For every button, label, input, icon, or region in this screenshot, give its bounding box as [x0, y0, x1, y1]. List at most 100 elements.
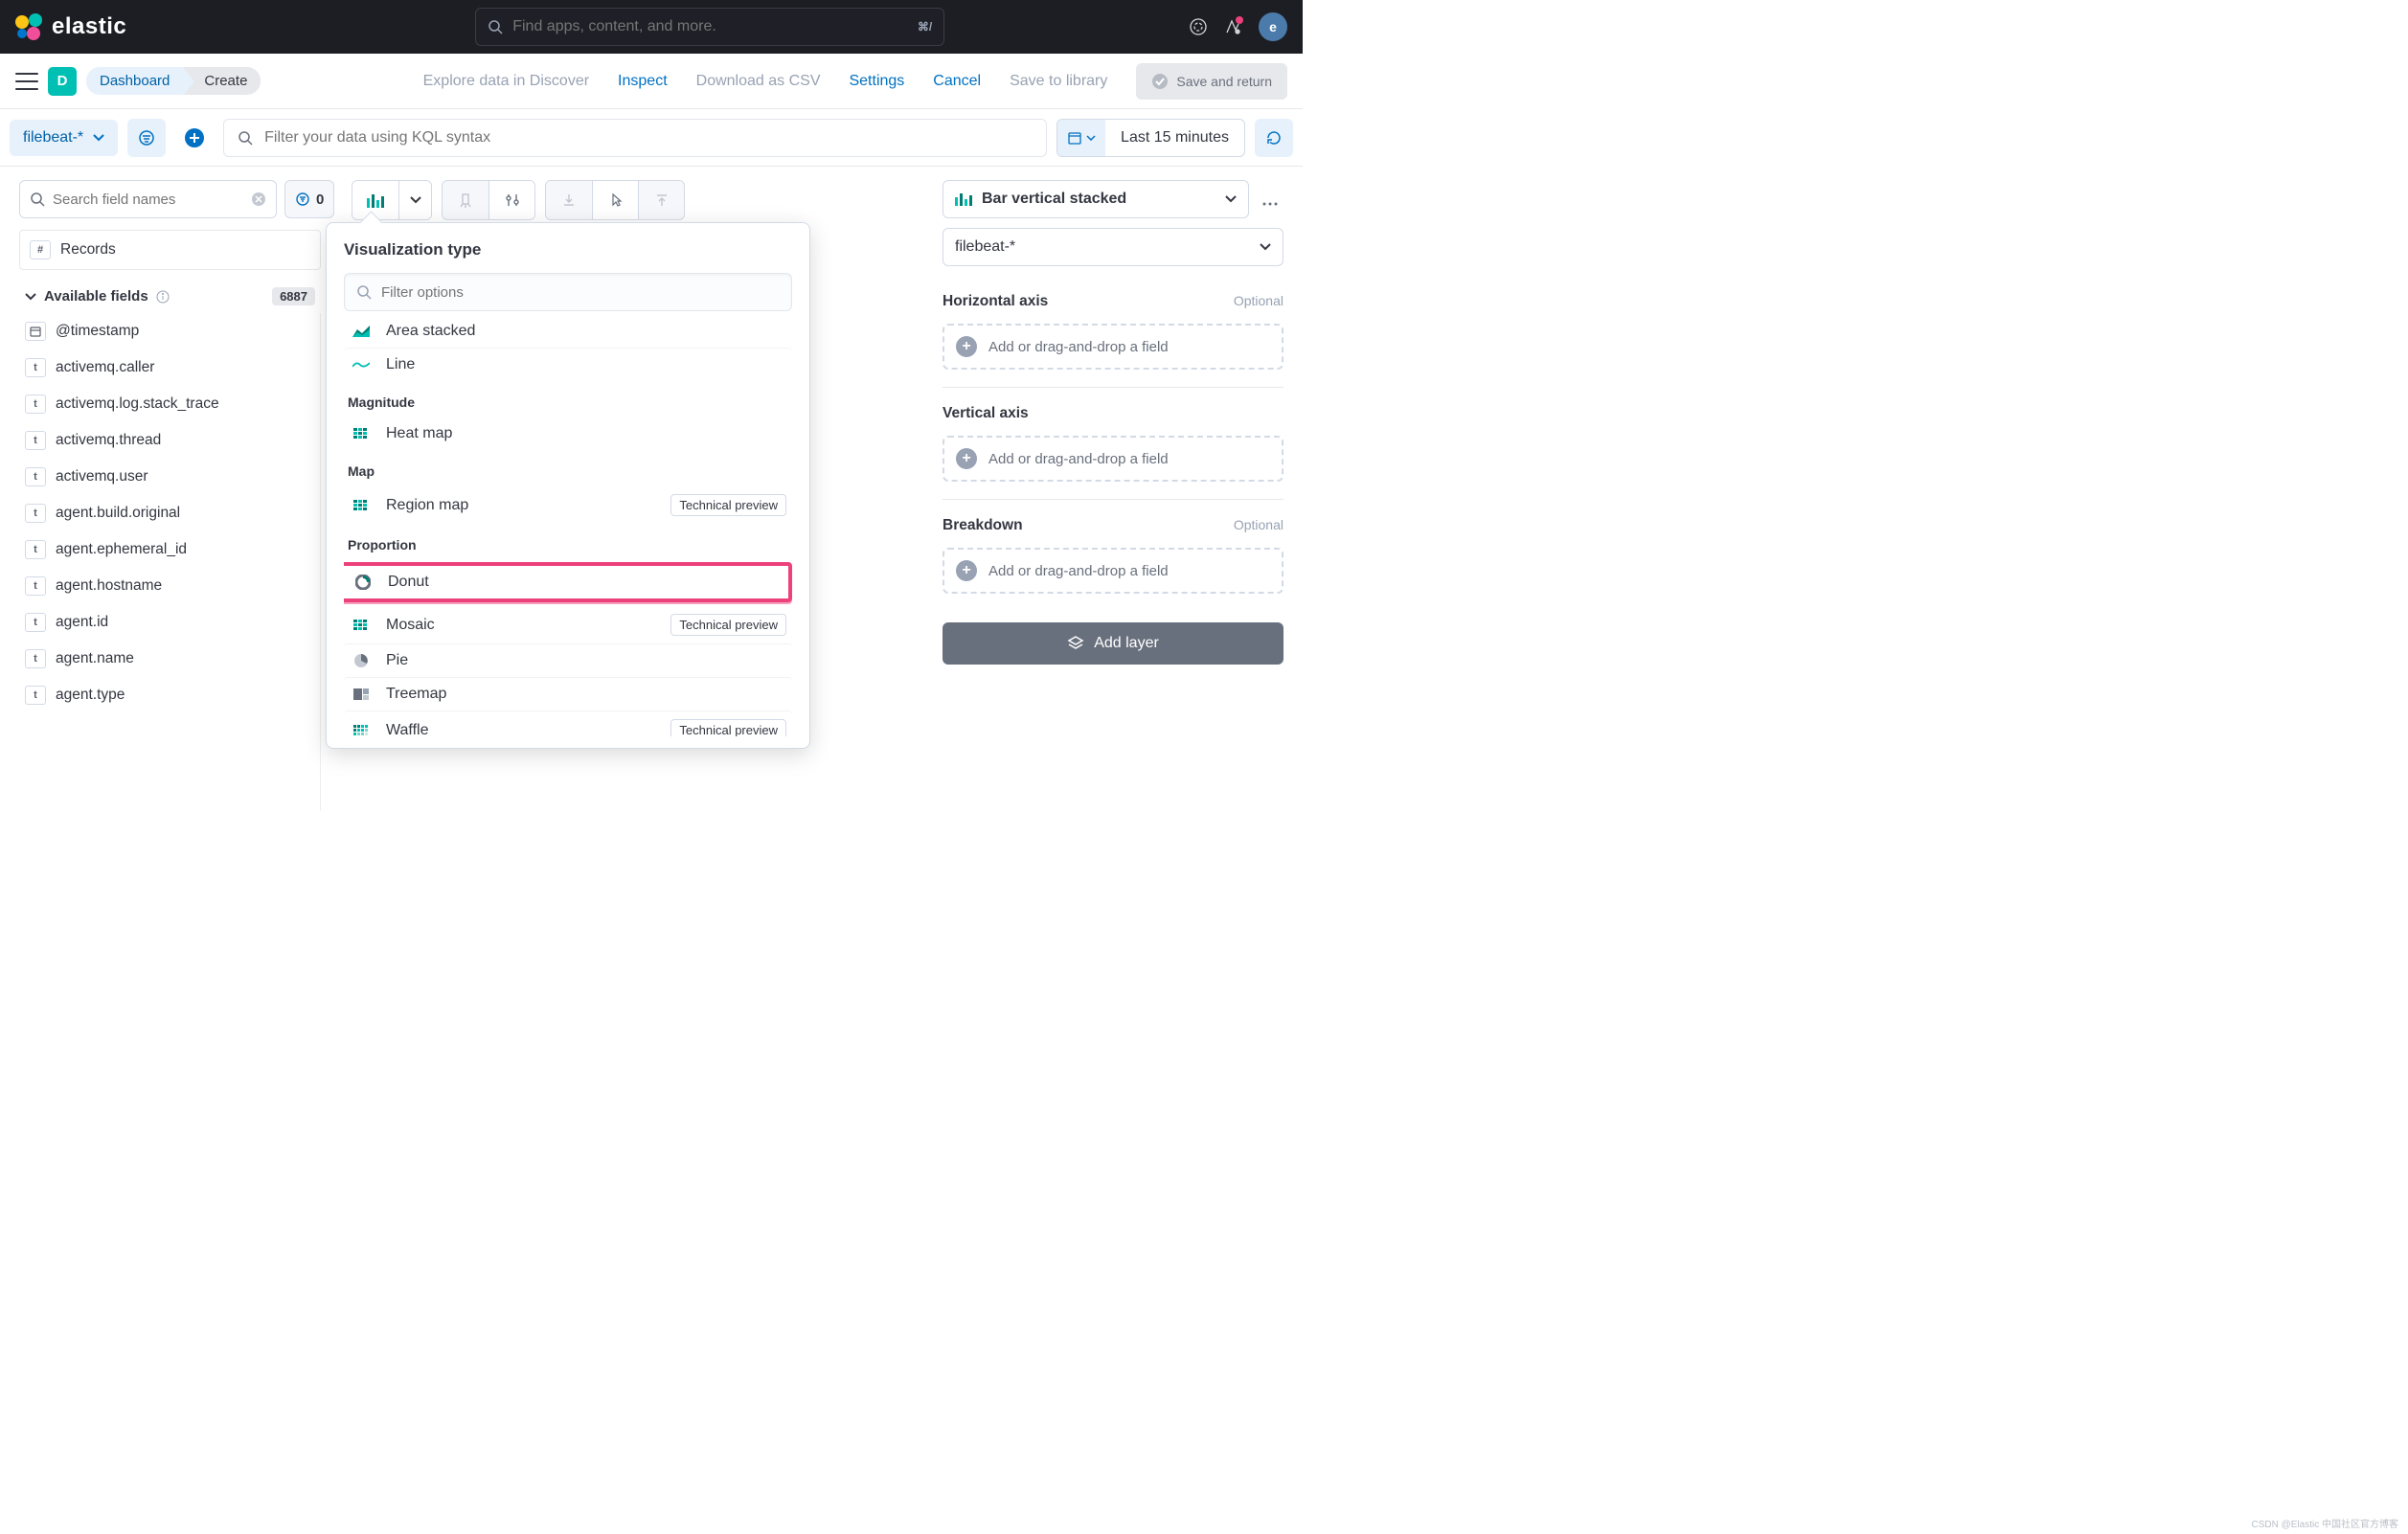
field-item[interactable]: t agent.build.original: [19, 495, 314, 531]
field-item[interactable]: tagent.id: [19, 604, 314, 641]
plus-icon: +: [956, 336, 977, 357]
plus-icon: +: [956, 448, 977, 469]
field-type-icon: [25, 322, 46, 341]
viz-type-icon: [350, 428, 373, 440]
layer-actions-icon[interactable]: [1257, 202, 1284, 206]
viz-type-icon: [350, 620, 373, 631]
plus-circle-icon: [184, 127, 205, 148]
brand-logo[interactable]: elastic: [15, 13, 126, 40]
viz-filter-input[interactable]: [381, 284, 780, 301]
help-icon[interactable]: [1190, 18, 1207, 35]
field-search-input[interactable]: [53, 192, 243, 208]
calendar-icon[interactable]: [1057, 120, 1105, 156]
viz-type-option[interactable]: Area stacked: [344, 315, 792, 348]
viz-type-list[interactable]: Area stackedLineMagnitudeHeat mapMapRegi…: [344, 315, 802, 736]
field-item[interactable]: tagent.type: [19, 677, 314, 713]
config-panel: Bar vertical stacked filebeat-* Horizont…: [929, 167, 1303, 856]
add-filter-button[interactable]: [175, 119, 214, 157]
download-csv-link[interactable]: Download as CSV: [696, 73, 821, 90]
field-item[interactable]: tactivemq.log.stack_trace: [19, 386, 314, 422]
time-range-picker[interactable]: Last 15 minutes: [1056, 119, 1245, 157]
field-name: agent.id: [56, 614, 108, 631]
field-name: activemq.thread: [56, 432, 161, 449]
field-name: activemq.user: [56, 468, 148, 485]
datasource-select[interactable]: filebeat-*: [943, 228, 1284, 266]
viz-type-option[interactable]: Pie: [344, 643, 792, 677]
inspect-link[interactable]: Inspect: [618, 73, 668, 90]
field-search[interactable]: [19, 180, 277, 218]
viz-type-option[interactable]: WaffleTechnical preview: [344, 711, 792, 736]
viz-type-icon: [350, 653, 373, 668]
plus-icon: +: [956, 560, 977, 581]
vertical-axis-title: Vertical axis: [943, 405, 1029, 422]
field-list[interactable]: @timestamptactivemq.callertactivemq.log.…: [19, 313, 321, 811]
dataview-selector[interactable]: filebeat-*: [10, 120, 118, 156]
field-name: agent.build.original: [56, 505, 180, 522]
add-layer-button[interactable]: Add layer: [943, 622, 1284, 665]
group-proportion: Proportion: [344, 524, 792, 560]
download-icon[interactable]: [546, 181, 592, 219]
horizontal-axis-drop[interactable]: + Add or drag-and-drop a field: [943, 324, 1284, 370]
field-item[interactable]: @timestamp: [19, 313, 314, 350]
field-item[interactable]: tagent.name: [19, 641, 314, 677]
field-item[interactable]: tactivemq.user: [19, 459, 314, 495]
viz-type-option[interactable]: Line: [344, 348, 792, 381]
clear-icon[interactable]: [251, 192, 266, 207]
newsfeed-icon[interactable]: [1224, 18, 1241, 35]
kql-input[interactable]: [264, 129, 1033, 147]
search-icon: [30, 192, 45, 207]
field-item[interactable]: tagent.ephemeral_id: [19, 531, 314, 568]
viz-type-option[interactable]: Heat map: [344, 417, 792, 450]
filters-button[interactable]: [127, 119, 166, 157]
layer-viz-type-select[interactable]: Bar vertical stacked: [943, 180, 1249, 218]
available-fields-header[interactable]: Available fields 6887: [19, 280, 321, 313]
tech-preview-badge: Technical preview: [670, 719, 786, 736]
settings-icon[interactable]: [488, 181, 534, 219]
refresh-button[interactable]: [1255, 119, 1293, 157]
cancel-link[interactable]: Cancel: [933, 73, 981, 90]
brush-icon[interactable]: [443, 181, 488, 219]
menu-toggle-icon[interactable]: [15, 73, 38, 90]
field-item[interactable]: tagent.hostname: [19, 568, 314, 604]
workspace: Visualization type Area stackedLineMagni…: [330, 167, 929, 856]
explore-link[interactable]: Explore data in Discover: [423, 73, 589, 90]
viz-type-filter[interactable]: [344, 273, 792, 311]
sub-bar: D Dashboard Create Explore data in Disco…: [0, 54, 1303, 109]
field-item[interactable]: tactivemq.thread: [19, 422, 314, 459]
viz-type-icon: [350, 725, 373, 736]
top-right-actions: e: [1190, 12, 1287, 41]
brand-name: elastic: [52, 13, 126, 40]
vertical-axis-drop[interactable]: + Add or drag-and-drop a field: [943, 436, 1284, 482]
viz-type-icon: [352, 575, 375, 590]
viz-type-option[interactable]: Donut: [344, 562, 792, 602]
filter-icon: [138, 129, 155, 147]
breakdown-drop[interactable]: + Add or drag-and-drop a field: [943, 548, 1284, 594]
field-type-icon: t: [25, 576, 46, 596]
user-avatar[interactable]: e: [1259, 12, 1287, 41]
save-and-return-button[interactable]: Save and return: [1136, 63, 1287, 100]
field-item[interactable]: tactivemq.caller: [19, 350, 314, 386]
save-to-library[interactable]: Save to library: [1010, 73, 1107, 90]
viz-type-option[interactable]: MosaicTechnical preview: [344, 606, 792, 643]
filter-icon: [295, 192, 310, 207]
global-search[interactable]: ⌘/: [475, 8, 944, 46]
field-type-icon: t: [25, 686, 46, 705]
field-filter-toggle[interactable]: 0: [284, 180, 334, 218]
breadcrumb-dashboard[interactable]: Dashboard: [86, 67, 183, 95]
chart-type-selector[interactable]: [352, 180, 432, 220]
records-field[interactable]: # Records: [19, 230, 321, 270]
available-fields-count: 6887: [272, 287, 315, 305]
upload-icon[interactable]: [638, 181, 684, 219]
popover-title: Visualization type: [344, 240, 802, 259]
field-panel: 0 # Records Available fields 6887 @times…: [0, 167, 330, 856]
cursor-icon[interactable]: [592, 181, 638, 219]
kql-query-bar[interactable]: [223, 119, 1047, 157]
viz-type-option[interactable]: Region mapTechnical preview: [344, 486, 792, 524]
breadcrumb-create: Create: [183, 67, 261, 95]
viz-type-option[interactable]: Treemap: [344, 677, 792, 711]
field-type-icon: t: [25, 504, 46, 523]
field-type-icon: t: [25, 540, 46, 559]
settings-link[interactable]: Settings: [849, 73, 904, 90]
global-search-input[interactable]: [512, 18, 908, 35]
time-range-text: Last 15 minutes: [1105, 120, 1244, 156]
